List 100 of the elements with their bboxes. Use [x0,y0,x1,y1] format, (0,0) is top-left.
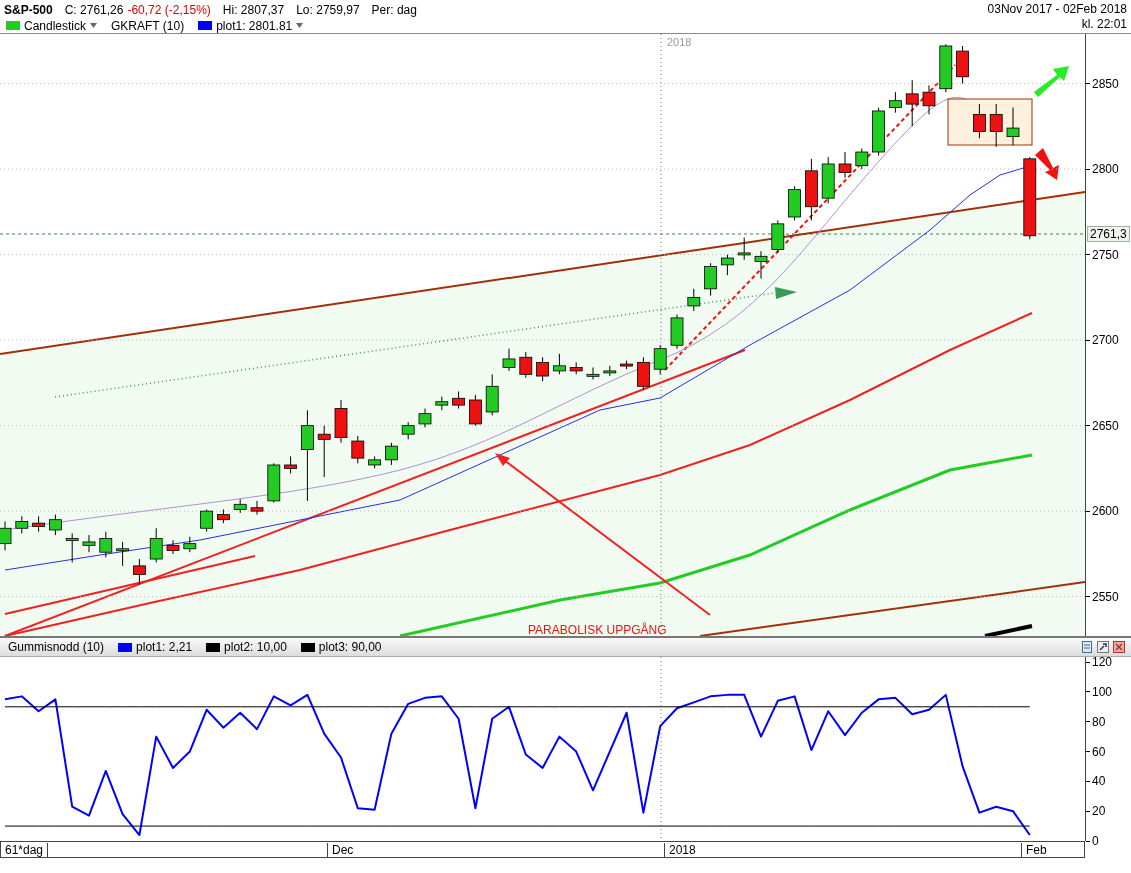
candle [317,425,331,478]
close-price: C: 2761,26 [64,2,124,17]
axis-tick-label: 2550 [1086,589,1119,604]
axis-tick-label: 2600 [1086,504,1119,519]
candle [0,520,12,551]
candle [872,107,885,156]
candle [65,532,79,563]
candle [721,254,734,276]
close-icon[interactable] [1113,641,1125,653]
candle [116,541,129,567]
candle [502,348,516,372]
candle [889,91,902,114]
candle [603,365,617,377]
candle [149,527,163,563]
candle [855,148,869,170]
candle [821,156,835,204]
axis-tick-label: 20 [1086,804,1106,819]
dropdown-caret-icon[interactable] [90,23,98,28]
candle [200,508,213,533]
candle [217,508,230,524]
legend-label: plot1: 2,21 [136,640,193,654]
candle [805,158,818,221]
legend-label: plot2: 10,00 [224,640,287,654]
candle [418,408,432,428]
legend-label: Candlestick [24,18,87,33]
candle [905,79,919,127]
candle [754,250,768,280]
down-arrow [1035,148,1059,180]
candle [32,515,45,533]
candle [82,534,96,553]
axis-tick-label: 2700 [1086,333,1119,348]
candle [334,399,348,444]
candle [620,360,633,370]
candle [368,455,381,469]
candle [267,462,281,504]
candle [401,421,415,440]
high-price: Hi: 2807,37 [222,2,285,17]
price-change: -60,72 (-2,15%) [127,2,211,17]
legend-label: plot3: 90,00 [318,640,382,654]
last-price-tag: 2761,3 [1087,226,1130,242]
legend-label: plot1: 2801.81 [216,18,293,33]
time-label: kl. 22:01 [1081,17,1127,31]
axis-date-label: Dec [327,843,354,858]
symbol-name: S&P-500 [4,2,53,17]
candle [922,84,936,115]
candle [553,353,566,375]
candle [586,367,600,380]
candle [536,356,549,382]
candle [15,515,29,534]
legend-label: Gummisnodd (10) [8,640,105,654]
candle [284,455,297,475]
candle [687,288,701,312]
legend-label: GKRAFT (10) [111,18,185,33]
axis-tick-label: 2800 [1086,162,1119,177]
document-icon[interactable] [1081,641,1093,653]
candle [989,103,1003,148]
period-label: Per: dag [371,2,417,17]
axis-tick-label: 2850 [1086,76,1119,91]
dropdown-caret-icon[interactable] [296,23,304,28]
candle [771,219,785,254]
candle [233,498,247,514]
candle [788,185,801,221]
candle [385,442,398,466]
candle [653,344,667,375]
candle [737,237,751,261]
period-count-label: 61*dag [1,843,49,858]
low-price: Lo: 2759,97 [296,2,360,17]
candle [452,390,465,410]
axis-tick-label: 100 [1086,684,1113,699]
axis-tick-label: 40 [1086,774,1106,789]
axis-tick-label: 2650 [1086,418,1119,433]
candle [485,373,499,416]
axis-date-label: Feb [1021,843,1047,858]
candle [838,151,852,179]
up-arrow [1034,66,1069,97]
annotation-label: PARABOLISK UPPGÅNG [528,623,667,636]
year-marker: 2018 [667,36,692,48]
candle [939,43,953,93]
axis-tick-label: 60 [1086,744,1106,759]
candle [469,394,482,427]
candle [973,103,986,139]
candle [569,361,583,375]
candle [183,536,197,553]
candle [166,539,180,555]
axis-tick-label: 0 [1086,834,1099,848]
candle [704,262,717,297]
candle [250,500,264,516]
candle [1006,107,1020,146]
candle [133,558,146,586]
candle [99,531,113,558]
axis-tick-label: 120 [1086,655,1113,670]
candle [519,351,533,379]
date-range: 03Nov 2017 - 02Feb 2018 [987,2,1127,16]
trend-line-drawing [984,624,1033,636]
candle [49,514,62,536]
candle [956,45,969,85]
candle [351,435,365,464]
axis-tick-label: 80 [1086,714,1106,729]
axis-tick-label: 2750 [1086,247,1119,262]
candle [435,396,449,411]
